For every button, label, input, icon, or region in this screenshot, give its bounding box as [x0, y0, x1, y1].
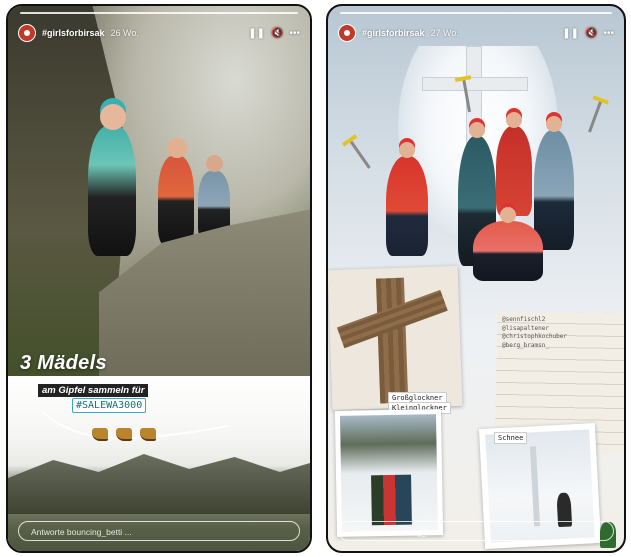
mention-item[interactable]: @christophkochuber	[502, 333, 567, 342]
hiking-boot-icon	[92, 428, 108, 441]
post-time: 26 Wo.	[110, 28, 139, 38]
pause-icon[interactable]: ❚❚	[248, 28, 265, 39]
post-time: 27 Wo.	[430, 28, 459, 38]
story-progress-bar	[340, 12, 612, 14]
more-options-icon[interactable]: •••	[289, 28, 300, 39]
climber	[496, 112, 532, 216]
mention-item[interactable]: @berg_bramsn_	[502, 342, 567, 351]
hiker-1	[88, 104, 136, 256]
avatar[interactable]	[338, 24, 356, 42]
mountain-photo: @verena.hlngr @berg_bramsn_	[8, 6, 310, 376]
mention-tag[interactable]: @berg_bramsn_	[173, 252, 240, 265]
mute-icon[interactable]: 🔇	[271, 28, 283, 39]
story-controls: ❚❚ 🔇 •••	[562, 28, 614, 39]
summit-group-photo	[334, 409, 444, 537]
story-header: #girlsforbirsak 26 Wo. ❚❚ 🔇 •••	[18, 22, 300, 44]
mention-list: @sennfischl2 @lisapaltener @christophkoc…	[502, 316, 567, 351]
story-left[interactable]: @verena.hlngr @berg_bramsn_ 3 Mädels am …	[6, 4, 312, 553]
reply-input[interactable]: Antworte bouncing_betti ...	[338, 521, 614, 541]
story-subtitle: am Gipfel sammeln für	[38, 384, 149, 397]
story-header: #girlsforbirsak 27 Wo. ❚❚ 🔇 •••	[338, 22, 614, 44]
account-handle[interactable]: #girlsforbirsak	[362, 28, 425, 38]
wooden-cross-photo	[328, 265, 463, 411]
story-controls: ❚❚ 🔇 •••	[248, 28, 300, 39]
photo-image	[339, 414, 439, 532]
climber	[473, 207, 543, 281]
photo-caption: Schnee	[494, 432, 528, 444]
more-options-icon[interactable]: •••	[603, 28, 614, 39]
mention-item[interactable]: @lisapaltener	[502, 325, 567, 334]
story-progress-bar	[20, 12, 298, 14]
boot-stickers	[92, 428, 156, 441]
hiking-boot-icon	[140, 428, 156, 441]
hiker-2	[158, 138, 194, 246]
story-title: 3 Mädels	[20, 352, 107, 374]
mute-icon[interactable]: 🔇	[585, 28, 597, 39]
mention-tag[interactable]: @verena.hlngr	[208, 236, 275, 249]
pause-icon[interactable]: ❚❚	[562, 28, 579, 39]
cross-post	[375, 277, 409, 404]
hashtag-sticker[interactable]: #SALEWA3000	[72, 398, 147, 413]
climber	[534, 116, 574, 250]
account-handle[interactable]: #girlsforbirsak	[42, 28, 105, 38]
hiker-3	[198, 155, 230, 241]
mention-item[interactable]: @sennfischl2	[502, 316, 567, 325]
reply-input[interactable]: Antworte bouncing_betti ...	[18, 521, 300, 541]
climber	[386, 142, 428, 256]
avatar[interactable]	[18, 24, 36, 42]
story-right[interactable]: @sennfischl2 @lisapaltener @christophkoc…	[326, 4, 626, 553]
hiking-boot-icon	[116, 428, 132, 441]
